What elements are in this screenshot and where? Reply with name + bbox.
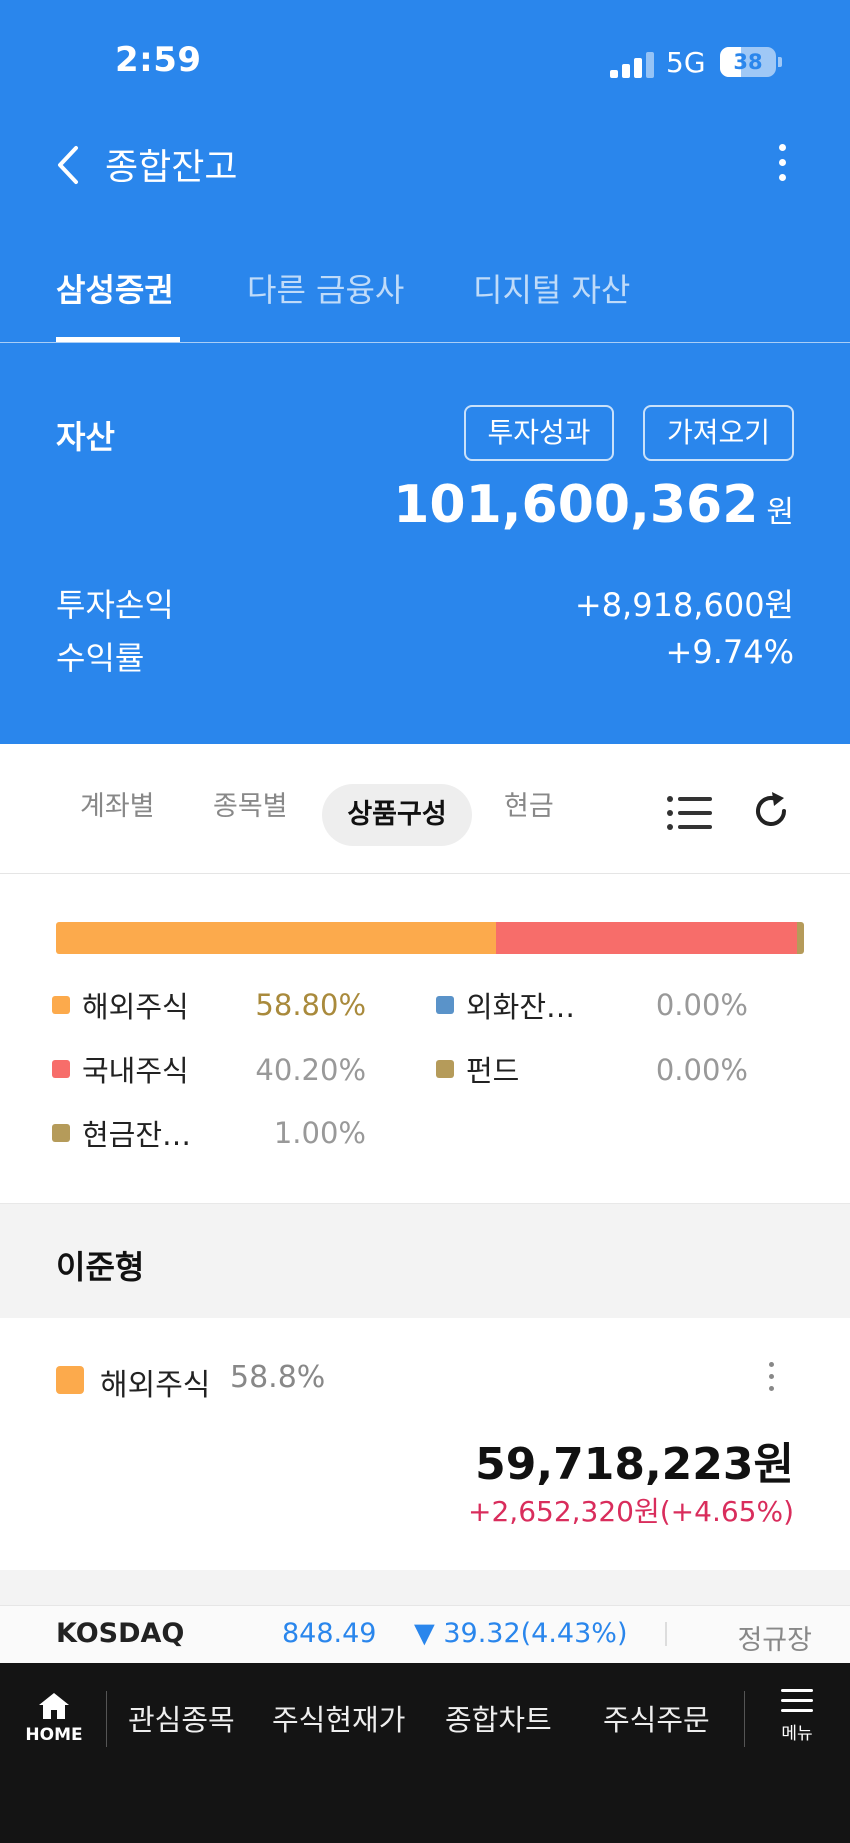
composition-segment	[56, 922, 496, 954]
holding-amount: 59,718,223원	[475, 1439, 794, 1490]
home-button[interactable]: HOME	[24, 1691, 84, 1745]
signal-icon	[610, 50, 656, 78]
home-label: HOME	[25, 1725, 83, 1745]
pnl-value: +8,918,600원	[574, 586, 794, 624]
legend-swatch	[436, 996, 454, 1014]
legend-label: 펀드	[466, 1054, 520, 1088]
composition-segment	[796, 922, 804, 954]
view-segment-tabs: 계좌별 종목별 상품구성 현금	[0, 744, 850, 874]
segment-product-composition[interactable]: 상품구성	[322, 784, 472, 846]
menu-label: 메뉴	[781, 1724, 813, 1744]
battery-level: 38	[733, 50, 763, 74]
menu-button[interactable]: 메뉴	[773, 1689, 821, 1744]
tab-digital-assets[interactable]: 디지털 자산	[473, 265, 630, 311]
total-asset: 101,600,362 원	[393, 475, 794, 535]
holding-more-icon[interactable]	[764, 1362, 778, 1402]
nav-chart[interactable]: 종합차트	[445, 1697, 552, 1739]
holding-card[interactable]: 해외주식 58.8% 59,718,223원 +2,652,320원(+4.65…	[0, 1318, 850, 1570]
clock: 2:59	[115, 40, 202, 80]
composition-segment	[495, 922, 797, 954]
total-asset-unit: 원	[766, 495, 794, 530]
nav-divider	[106, 1691, 107, 1747]
active-tab-indicator	[56, 337, 180, 342]
segment-by-account[interactable]: 계좌별	[80, 784, 155, 823]
return-label: 수익률	[56, 639, 145, 677]
legend-swatch	[436, 1060, 454, 1078]
status-bar: 2:59 5G 38	[0, 0, 850, 120]
ticker-change: ▼ 39.32(4.43%)	[414, 1618, 628, 1649]
total-asset-value: 101,600,362	[393, 475, 759, 535]
legend-label: 국내주식	[82, 1054, 189, 1088]
list-view-icon[interactable]	[666, 795, 714, 831]
home-icon	[39, 1693, 69, 1719]
nav-order[interactable]: 주식주문	[603, 1697, 710, 1739]
index-ticker[interactable]: KOSDAQ 848.49 ▼ 39.32(4.43%) 정규장	[0, 1605, 850, 1663]
legend-swatch	[52, 1060, 70, 1078]
holding-share: 58.8%	[230, 1360, 326, 1395]
section-divider	[0, 1570, 850, 1605]
legend-label: 해외주식	[82, 990, 189, 1024]
pnl-label: 투자손익	[56, 586, 174, 624]
asset-label: 자산	[56, 418, 115, 456]
ticker-divider	[665, 1622, 667, 1646]
more-options-icon[interactable]	[770, 140, 794, 190]
legend-value: 0.00%	[655, 988, 748, 1022]
investment-performance-button[interactable]: 투자성과	[464, 405, 614, 461]
market-session: 정규장	[737, 1625, 812, 1656]
legend-swatch	[52, 996, 70, 1014]
institution-tabs: 삼성증권 다른 금융사 디지털 자산	[0, 265, 850, 343]
segment-cash[interactable]: 현금	[504, 784, 554, 823]
tab-samsung[interactable]: 삼성증권	[56, 265, 174, 311]
refresh-icon[interactable]	[750, 790, 792, 832]
top-nav: 종합잔고	[0, 130, 850, 200]
network-type: 5G	[666, 46, 706, 79]
legend-label: 현금잔…	[82, 1118, 192, 1152]
owner-header: 이준형	[0, 1203, 850, 1318]
holding-name: 해외주식	[100, 1368, 211, 1403]
tab-other-institutions[interactable]: 다른 금융사	[247, 265, 404, 311]
bottom-nav: HOME 관심종목 주식현재가 종합차트 주식주문 메뉴	[0, 1663, 850, 1843]
legend-label: 외화잔…	[466, 990, 576, 1024]
import-button[interactable]: 가져오기	[643, 405, 794, 461]
legend-value: 0.00%	[655, 1053, 748, 1087]
legend-value: 1.00%	[273, 1116, 366, 1150]
nav-divider	[744, 1691, 745, 1747]
page-title: 종합잔고	[105, 147, 238, 188]
segment-by-stock[interactable]: 종목별	[213, 784, 288, 823]
holding-swatch	[56, 1366, 84, 1394]
battery-icon: 38	[720, 47, 782, 77]
nav-watchlist[interactable]: 관심종목	[128, 1697, 235, 1739]
back-icon[interactable]	[50, 140, 90, 190]
hamburger-icon	[773, 1689, 821, 1712]
composition-bar	[56, 922, 804, 954]
return-value: +9.74%	[665, 633, 794, 671]
holding-change: +2,652,320원(+4.65%)	[468, 1495, 794, 1528]
ticker-index-name: KOSDAQ	[56, 1618, 185, 1649]
legend-swatch	[52, 1124, 70, 1142]
legend-value: 40.20%	[255, 1053, 366, 1087]
ticker-value: 848.49	[282, 1618, 377, 1649]
legend-value: 58.80%	[255, 988, 366, 1022]
nav-current-price[interactable]: 주식현재가	[272, 1697, 405, 1739]
owner-name: 이준형	[56, 1248, 145, 1286]
account-summary-header: 2:59 5G 38 종합잔고 삼성증권 다른 금융사 디지털 자산 자산 투자…	[0, 0, 850, 744]
